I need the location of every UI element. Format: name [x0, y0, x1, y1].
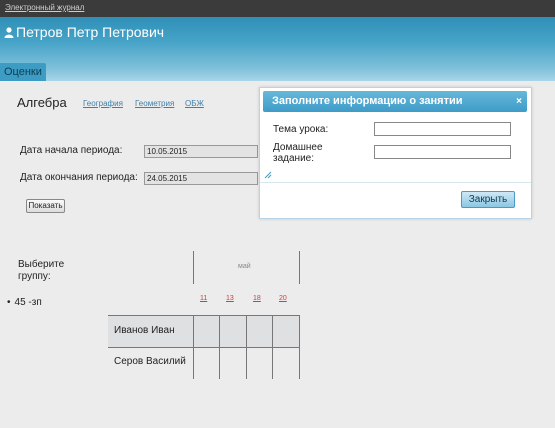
student-name: Иванов Иван	[114, 325, 175, 336]
grid-line	[219, 315, 220, 379]
period-end-input[interactable]: 24.05.2015	[144, 172, 258, 185]
subject-link-obzh[interactable]: ОБЖ	[185, 99, 204, 108]
user-icon	[4, 27, 14, 38]
grid-line	[299, 315, 300, 379]
dialog-title-bar[interactable]: Заполните информацию о занятии ×	[263, 91, 527, 112]
topic-input[interactable]	[374, 122, 511, 136]
grid-line	[272, 315, 273, 379]
lesson-info-dialog: Заполните информацию о занятии × Тема ур…	[259, 87, 532, 219]
grid-line	[299, 251, 300, 284]
resize-handle-icon[interactable]	[264, 171, 272, 179]
homework-label-line1: Домашнее	[273, 142, 323, 153]
topic-label: Тема урока:	[273, 124, 329, 135]
period-start-input[interactable]: 10.05.2015	[144, 145, 258, 158]
homework-input[interactable]	[374, 145, 511, 159]
user-name-text: Петров Петр Петрович	[16, 24, 165, 40]
close-button[interactable]: Закрыть	[461, 191, 515, 208]
grid-line	[193, 251, 194, 284]
dialog-divider	[260, 182, 531, 183]
top-bar: Электронный журнал	[0, 0, 555, 18]
subject-title: Алгебра	[17, 95, 67, 110]
month-label: май	[238, 263, 251, 270]
grid-line	[246, 315, 247, 379]
subject-link-geometry[interactable]: Геометрия	[135, 99, 174, 108]
group-item[interactable]: 45 -зп	[7, 297, 42, 308]
period-end-label: Дата окончания периода:	[20, 172, 138, 183]
user-name: Петров Петр Петрович	[4, 24, 164, 40]
day-link-18[interactable]: 18	[253, 295, 261, 302]
group-select-label: Выберите группу:	[18, 259, 65, 282]
header: Петров Петр Петрович	[0, 17, 555, 81]
grid-line	[193, 315, 194, 379]
tab-grades[interactable]: Оценки	[0, 63, 46, 81]
homework-label-line2: задание:	[273, 153, 314, 164]
close-icon[interactable]: ×	[516, 91, 522, 112]
day-link-20[interactable]: 20	[279, 295, 287, 302]
day-link-11[interactable]: 11	[200, 295, 207, 302]
period-start-label: Дата начала периода:	[20, 145, 123, 156]
subject-link-geography[interactable]: География	[83, 99, 123, 108]
student-name: Серов Василий	[114, 356, 186, 367]
day-link-13[interactable]: 13	[226, 295, 234, 302]
journal-link[interactable]: Электронный журнал	[5, 3, 84, 12]
dialog-title: Заполните информацию о занятии	[272, 95, 463, 107]
show-button[interactable]: Показать	[26, 199, 65, 213]
